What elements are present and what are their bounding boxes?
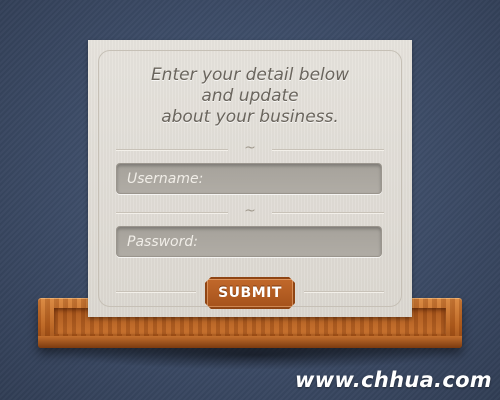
- username-input[interactable]: [117, 164, 381, 193]
- divider-line-left: [116, 149, 228, 151]
- login-card: Enter your detail below and update about…: [88, 40, 412, 317]
- form-heading: Enter your detail below and update about…: [88, 65, 412, 128]
- divider-line-right: [272, 149, 384, 151]
- divider-top: ~: [116, 140, 384, 156]
- wooden-tray-front: [38, 336, 462, 348]
- watermark: www.chhua.com: [295, 368, 492, 392]
- heading-line-3: about your business.: [161, 107, 339, 127]
- submit-button[interactable]: SUBMIT: [205, 277, 295, 309]
- username-field: [116, 163, 382, 194]
- ornament-flourish-icon: ~: [244, 203, 256, 219]
- ornament-flourish-icon: ~: [244, 140, 256, 156]
- password-input[interactable]: [117, 227, 381, 256]
- divider-line-left: [116, 212, 228, 214]
- divider-middle: ~: [116, 203, 384, 219]
- divider-line-right: [304, 291, 384, 293]
- heading-line-1: Enter your detail below: [150, 65, 350, 85]
- divider-line-left: [116, 291, 196, 293]
- divider-line-right: [272, 212, 384, 214]
- heading-line-2: and update: [201, 86, 299, 106]
- password-field: [116, 226, 382, 257]
